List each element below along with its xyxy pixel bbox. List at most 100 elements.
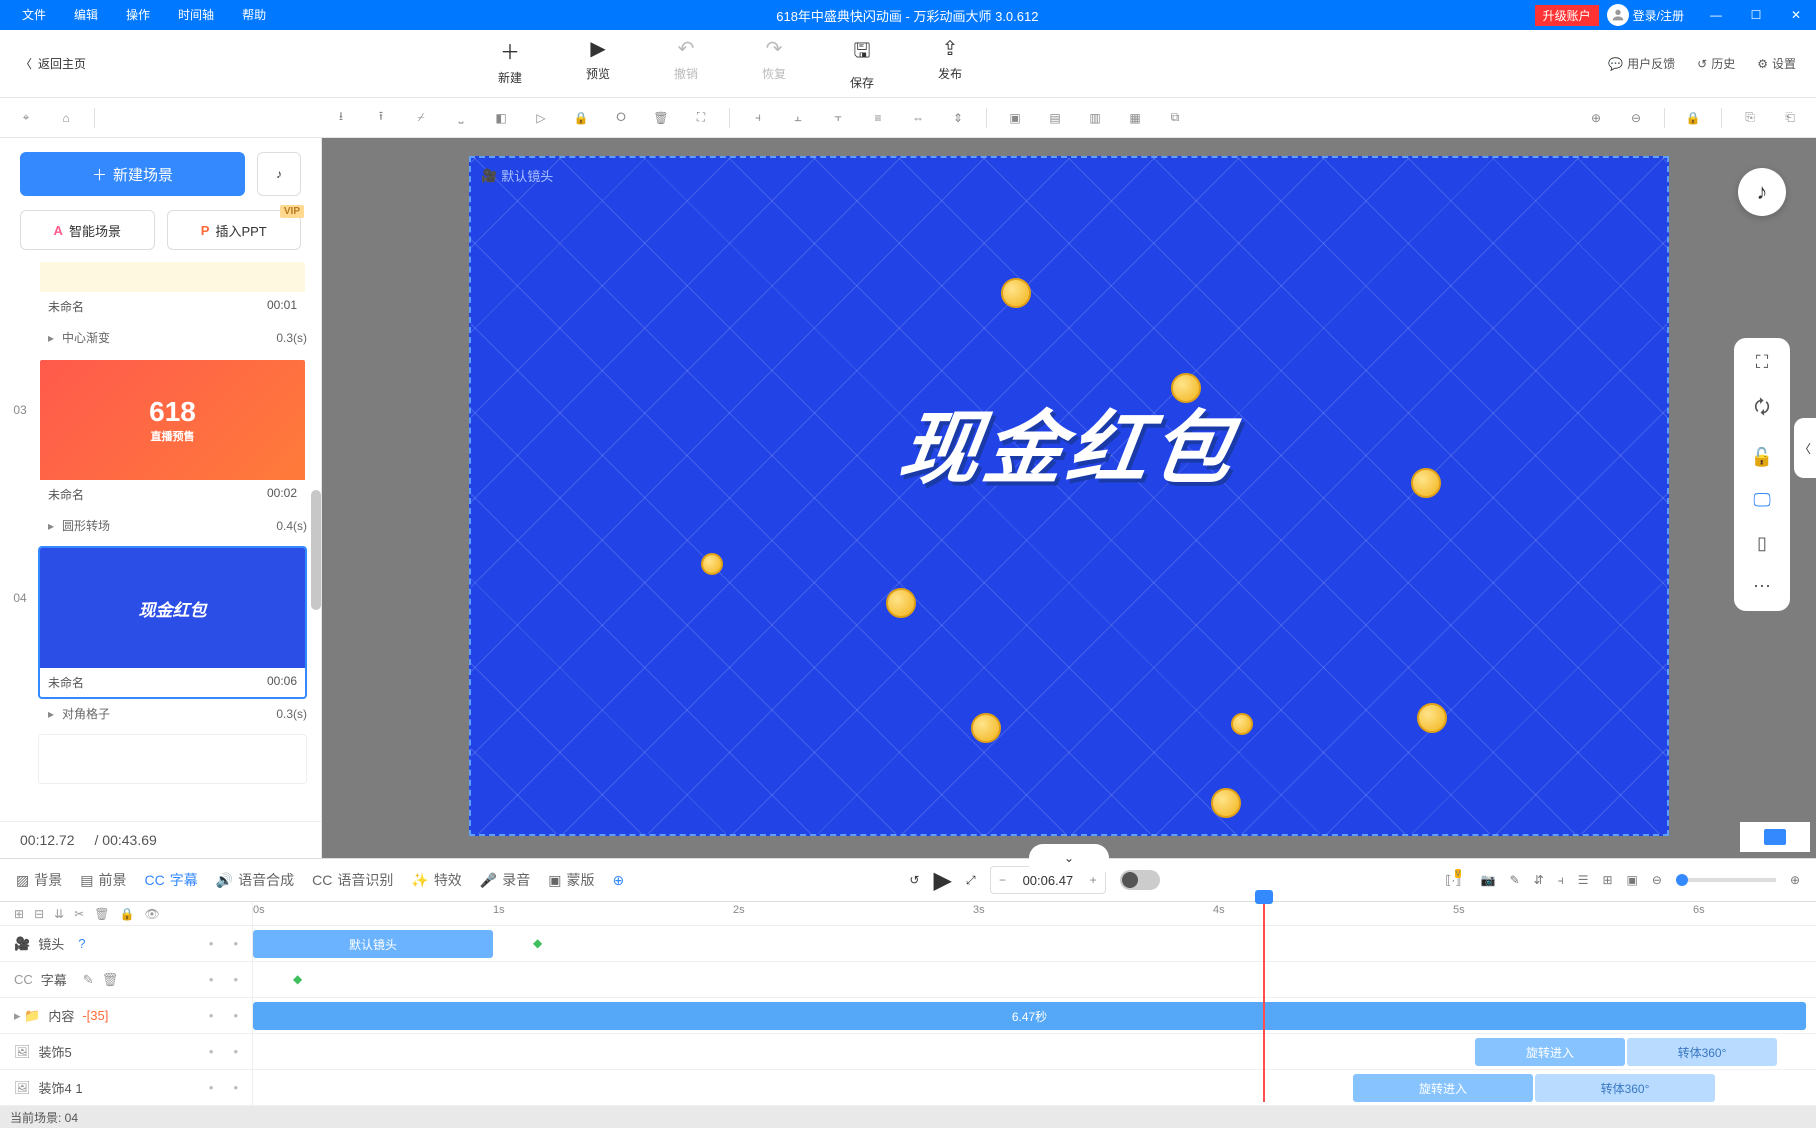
canvas-frame[interactable]: 🎥默认镜头 现金红包 (469, 156, 1669, 836)
scissors-icon[interactable]: ✂ (74, 907, 84, 921)
align-left-icon[interactable]: ⫞ (742, 102, 774, 134)
music-fab-button[interactable]: ♪ (1738, 168, 1786, 216)
send-back-icon[interactable]: ▦ (1119, 102, 1151, 134)
group-icon[interactable]: ⧉ (1159, 102, 1191, 134)
expand-panel-handle[interactable]: 〈 (1794, 418, 1816, 478)
publish-button[interactable]: ⇪发布 (926, 36, 974, 91)
align-justify-icon[interactable]: ≡ (862, 102, 894, 134)
zoom-in-tl-icon[interactable]: ⊕ (1790, 873, 1800, 887)
diamond-icon[interactable]: ◆ (293, 972, 302, 986)
keyframe-dot[interactable]: • (209, 1008, 214, 1023)
scene-thumbnail[interactable]: 现金红包 (40, 548, 305, 668)
trash-icon[interactable]: 🗑 (102, 972, 119, 988)
diamond-icon[interactable]: ◆ (533, 936, 542, 950)
tab-tts[interactable]: 🔊语音合成 (216, 870, 294, 890)
paste-icon[interactable]: ⎗ (1774, 102, 1806, 134)
align-bottom-icon[interactable]: ⭳ (325, 102, 357, 134)
filter-icon[interactable]: ⇵ (1534, 873, 1544, 887)
avatar-icon[interactable] (1607, 4, 1629, 26)
align-hcenter-icon[interactable]: ⫠ (782, 102, 814, 134)
effect-clip[interactable]: 旋转进入 (1353, 1074, 1533, 1102)
transition-row[interactable]: ▸对角格子0.3(s) (8, 699, 307, 728)
fullscreen-icon[interactable]: ⛶ (1756, 352, 1769, 373)
flip-v-icon[interactable]: ▷ (525, 102, 557, 134)
back-home-button[interactable]: 〈 返回主页 (0, 55, 106, 72)
scene-thumbnail[interactable]: 618直播预售 (40, 360, 305, 480)
ai-scene-button[interactable]: A智能场景 (20, 210, 155, 250)
tab-foreground[interactable]: ▤前景 (80, 870, 126, 890)
add-folder-icon[interactable]: ⊞ (14, 907, 24, 921)
mobile-icon[interactable]: ▯ (1757, 533, 1767, 554)
music-button[interactable]: ♪ (257, 152, 301, 196)
expand-icon[interactable]: ⤢ (966, 873, 976, 888)
crop-icon[interactable]: ⛶ (685, 102, 717, 134)
send-backward-icon[interactable]: ▥ (1079, 102, 1111, 134)
play-button[interactable]: ▶ (933, 866, 951, 895)
tab-effects[interactable]: ✨特效 (411, 870, 461, 890)
insert-ppt-button[interactable]: P插入PPTVIP (167, 210, 302, 250)
track-camera[interactable]: 🎥镜头?•• 默认镜头◆ (0, 926, 1816, 962)
login-register-link[interactable]: 登录/注册 (1633, 7, 1684, 24)
content-clip[interactable]: 6.47秒 (253, 1002, 1806, 1030)
copy-icon[interactable]: ⎘ (1734, 102, 1766, 134)
preview-button[interactable]: ▶预览 (574, 36, 622, 91)
bring-front-icon[interactable]: ▣ (999, 102, 1031, 134)
playhead[interactable] (1263, 902, 1265, 1102)
scrollbar[interactable] (311, 490, 321, 610)
scene-item[interactable]: 未命名00:01 ▸中心渐变0.3(s) (8, 260, 307, 352)
unlock-icon[interactable]: 🔓 (1751, 447, 1773, 468)
menu-action[interactable]: 操作 (112, 0, 164, 30)
bring-forward-icon[interactable]: ▤ (1039, 102, 1071, 134)
align-vcenter-icon[interactable]: ⌿ (405, 102, 437, 134)
keyframe-dot[interactable]: • (209, 972, 214, 987)
scene-item[interactable]: 04 现金红包 未命名00:06 ▸对角格子0.3(s) (8, 546, 307, 728)
menu-timeline[interactable]: 时间轴 (164, 0, 228, 30)
edit-icon[interactable]: ✎ (83, 972, 94, 988)
effect-clip[interactable]: 转体360° (1627, 1038, 1777, 1066)
home-tool-icon[interactable]: ⌂ (50, 102, 82, 134)
align-baseline-icon[interactable]: ⎵ (445, 102, 477, 134)
transition-row[interactable]: ▸圆形转场0.4(s) (8, 511, 307, 540)
flip-h-icon[interactable]: ◧ (485, 102, 517, 134)
scene-item[interactable]: 03 618直播预售 未命名00:02 ▸圆形转场0.4(s) (8, 358, 307, 540)
rewind-icon[interactable]: ↺ (909, 873, 919, 887)
undo-button[interactable]: ↶撤销 (662, 36, 710, 91)
history-link[interactable]: ↺历史 (1697, 55, 1735, 72)
rotate-icon[interactable]: 🗘 (1754, 395, 1770, 425)
canvas-main-text[interactable]: 现金红包 (893, 384, 1245, 500)
delete-icon[interactable]: 🗑 (645, 102, 677, 134)
new-scene-button[interactable]: ＋新建场景 (20, 152, 245, 196)
maximize-button[interactable]: ☐ (1736, 0, 1776, 30)
track-deco41[interactable]: 🖼装饰4 1•• 旋转进入 转体360° (0, 1070, 1816, 1106)
canvas-area[interactable]: 🎥默认镜头 现金红包 ♪ ⛶ 🗘 🔓 🖵 ▯ ⋯ 〈 ⌄ (322, 138, 1816, 858)
eye-icon[interactable]: 👁 (144, 907, 159, 921)
keyframe-dot[interactable]: • (233, 936, 238, 951)
tab-asr[interactable]: CC语音识别 (312, 870, 393, 890)
close-button[interactable]: ✕ (1776, 0, 1816, 30)
track-content[interactable]: ▸ 📁内容-[35]•• 6.47秒 (0, 998, 1816, 1034)
trash-icon[interactable]: 🗑 (94, 907, 109, 921)
tab-more[interactable]: ⊕ (612, 872, 624, 889)
keyframe-dot[interactable]: • (209, 1080, 214, 1095)
monitor-icon[interactable]: 🖵 (1753, 490, 1770, 511)
list-icon[interactable]: ☰ (1578, 873, 1589, 887)
keyframe-dot[interactable]: • (233, 1008, 238, 1023)
tab-record[interactable]: 🎤录音 (480, 870, 530, 890)
lock-aspect-icon[interactable]: 🔒 (565, 102, 597, 134)
track-deco5[interactable]: 🖼装饰5•• 旋转进入 转体360° (0, 1034, 1816, 1070)
view-mode-badge[interactable] (1740, 822, 1810, 852)
keyframe-dot[interactable]: • (233, 1080, 238, 1095)
keyframe-dot[interactable]: • (209, 1044, 214, 1059)
lock-canvas-icon[interactable]: 🔒 (1677, 102, 1709, 134)
lock-icon[interactable]: 🔒 (119, 907, 134, 921)
menu-help[interactable]: 帮助 (228, 0, 280, 30)
unlock-icon[interactable]: ⭘ (605, 102, 637, 134)
new-button[interactable]: ＋新建 (486, 36, 534, 91)
distribute-v-icon[interactable]: ⇕ (942, 102, 974, 134)
zoom-slider[interactable] (1676, 878, 1776, 882)
zoom-out-tl-icon[interactable]: ⊖ (1652, 873, 1662, 887)
cursor-tool-icon[interactable]: ⌖ (10, 102, 42, 134)
align-right-icon[interactable]: ⫟ (822, 102, 854, 134)
plus-button[interactable]: + (1081, 873, 1105, 887)
track-box-icon[interactable]: ▣ (1627, 873, 1638, 887)
